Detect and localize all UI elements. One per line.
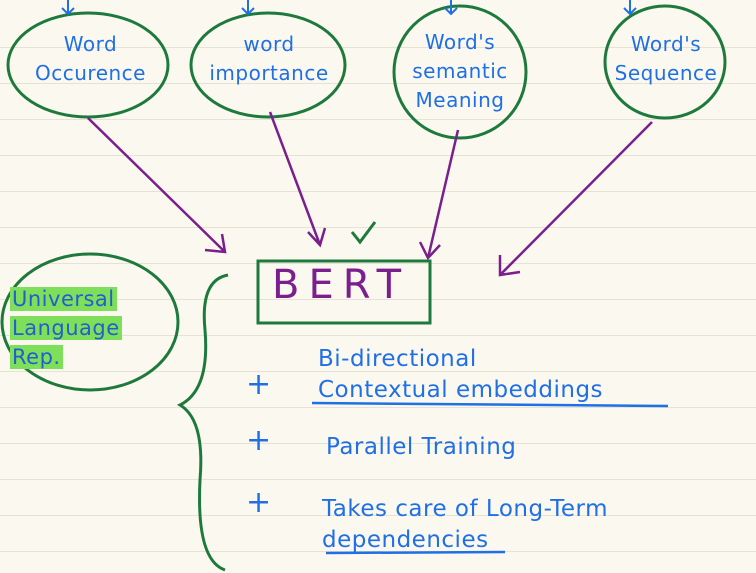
bubble-text: Sequence [614,61,718,85]
point-text: Takes care of Long-Term [322,496,609,522]
bubble-word-importance: word importance [195,30,343,88]
bert-label: BERT [272,262,411,308]
side-note-line: Language [10,316,122,340]
point-text: Bi-directional [318,346,477,372]
top-arrow-icons [61,0,637,16]
bubble-text: Word [63,32,118,56]
arrows [87,111,653,277]
bubble-text: Word's [630,32,702,56]
bubble-text: Meaning [415,88,505,112]
plus-bullet: + [246,367,272,402]
bubble-text: Occurence [35,61,146,85]
point-parallel-training: Parallel Training [326,434,517,460]
check-icon [350,221,377,245]
point-text: dependencies [322,527,489,553]
side-note-line: Universal [10,287,117,311]
point-long-term: Takes care of Long-Term dependencies [322,494,608,556]
bubble-text: Word's [424,30,496,54]
point-text: Contextual embeddings [318,377,604,403]
bubble-text: semantic [412,59,508,83]
bubble-word-sequence: Word's Sequence [607,30,725,88]
bubble-text: importance [209,61,329,85]
brace [176,273,229,572]
side-note: Universal Language Rep. [10,285,122,372]
bubble-text: word [243,32,295,56]
point-bidirectional: Bi-directional Contextual embeddings [318,344,603,406]
plus-bullet: + [246,423,272,458]
plus-bullet: + [246,485,272,520]
bubble-semantic-meaning: Word's semantic Meaning [398,28,522,115]
side-note-line: Rep. [10,345,63,369]
bubble-word-occurence: Word Occurence [18,30,163,88]
